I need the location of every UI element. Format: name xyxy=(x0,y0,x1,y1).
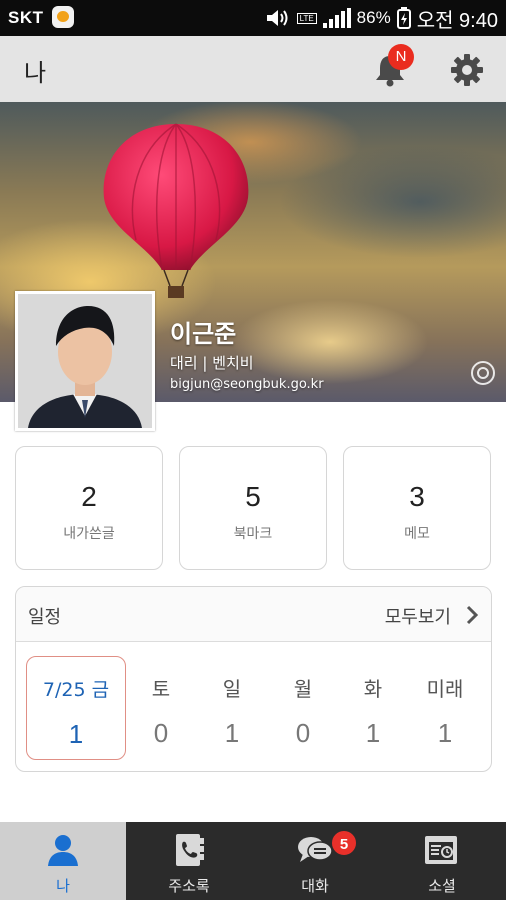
social-calendar-icon xyxy=(425,836,457,864)
app-bar: 나 xyxy=(0,36,506,102)
stat-memos[interactable]: 3 메모 xyxy=(343,446,491,570)
avatar[interactable] xyxy=(15,291,155,431)
status-icons: LTE 86% 오전 9:40 xyxy=(265,4,498,32)
stat-count: 5 xyxy=(245,481,261,512)
battery-charging-icon xyxy=(396,7,411,29)
tab-label: 소셜 xyxy=(428,877,456,895)
day-label: 미래 xyxy=(426,677,464,701)
schedule-day[interactable]: 화 1 xyxy=(338,656,408,749)
kakaotalk-icon xyxy=(52,6,74,28)
stat-count: 2 xyxy=(81,481,97,512)
tab-social[interactable]: 소셜 xyxy=(378,822,506,900)
person-icon xyxy=(48,835,78,866)
bottom-tab-bar: 나 주소록 대화 소셜 xyxy=(0,822,506,900)
schedule-header[interactable]: 일정 모두보기 xyxy=(16,587,491,642)
profile-photo xyxy=(18,294,152,428)
schedule-day[interactable]: 일 1 xyxy=(197,656,267,749)
tab-me[interactable]: 나 xyxy=(0,822,126,900)
day-count: 0 xyxy=(295,718,311,748)
stat-bookmarks[interactable]: 5 북마크 xyxy=(179,446,327,570)
profile-role: 대리 | 벤치비 xyxy=(170,354,254,372)
tab-label: 나 xyxy=(56,877,70,895)
page-title: 나 xyxy=(24,59,47,87)
stat-count: 3 xyxy=(409,481,425,512)
settings-gear-icon[interactable] xyxy=(450,53,484,87)
chat-bubble-icon xyxy=(298,837,333,862)
carrier-label: SKT xyxy=(8,8,44,27)
stat-label: 북마크 xyxy=(233,526,273,542)
tab-chat[interactable]: 대화 xyxy=(252,822,378,900)
tab-address-book[interactable]: 주소록 xyxy=(126,822,252,900)
day-label: 화 xyxy=(363,677,383,701)
status-bar: SKT LTE 86% 오전 9:40 xyxy=(0,0,506,36)
stat-my-posts[interactable]: 2 내가쓴글 xyxy=(15,446,163,570)
day-count: 1 xyxy=(224,718,240,748)
day-label: 7/25 금 xyxy=(42,679,110,701)
chevron-right-icon[interactable] xyxy=(463,605,481,625)
day-label: 월 xyxy=(293,677,313,701)
see-all-link[interactable]: 모두보기 xyxy=(385,603,451,629)
profile-name: 이근준 xyxy=(170,320,237,348)
clock: 오전 9:40 xyxy=(416,9,498,32)
day-count: 1 xyxy=(68,719,84,749)
stat-label: 내가쓴글 xyxy=(63,526,115,542)
signal-icon xyxy=(322,8,351,28)
address-book-icon xyxy=(176,834,204,866)
schedule-day[interactable]: 월 0 xyxy=(268,656,338,749)
profile-email: bigjun@seongbuk.go.kr xyxy=(170,377,324,392)
day-count: 0 xyxy=(153,718,169,748)
tab-label: 주소록 xyxy=(168,877,210,895)
cover-settings-icon[interactable] xyxy=(470,360,496,386)
day-label: 토 xyxy=(151,677,171,701)
day-count: 1 xyxy=(437,718,453,748)
battery-percent: 86% xyxy=(356,8,391,27)
schedule-day[interactable]: 토 0 xyxy=(126,656,196,749)
chat-unread-badge: 5 xyxy=(330,829,358,857)
hot-air-balloon-image xyxy=(103,123,249,298)
day-count: 1 xyxy=(365,718,381,748)
lte-icon: LTE xyxy=(296,12,317,24)
stat-label: 메모 xyxy=(404,526,430,542)
tab-label: 대화 xyxy=(301,877,329,895)
schedule-day-today[interactable]: 7/25 금 1 xyxy=(26,656,126,760)
schedule-title: 일정 xyxy=(28,607,62,628)
schedule-day[interactable]: 미래 1 xyxy=(410,656,480,749)
day-label: 일 xyxy=(222,677,242,701)
notification-badge: N xyxy=(388,44,414,70)
volume-icon xyxy=(266,10,288,26)
